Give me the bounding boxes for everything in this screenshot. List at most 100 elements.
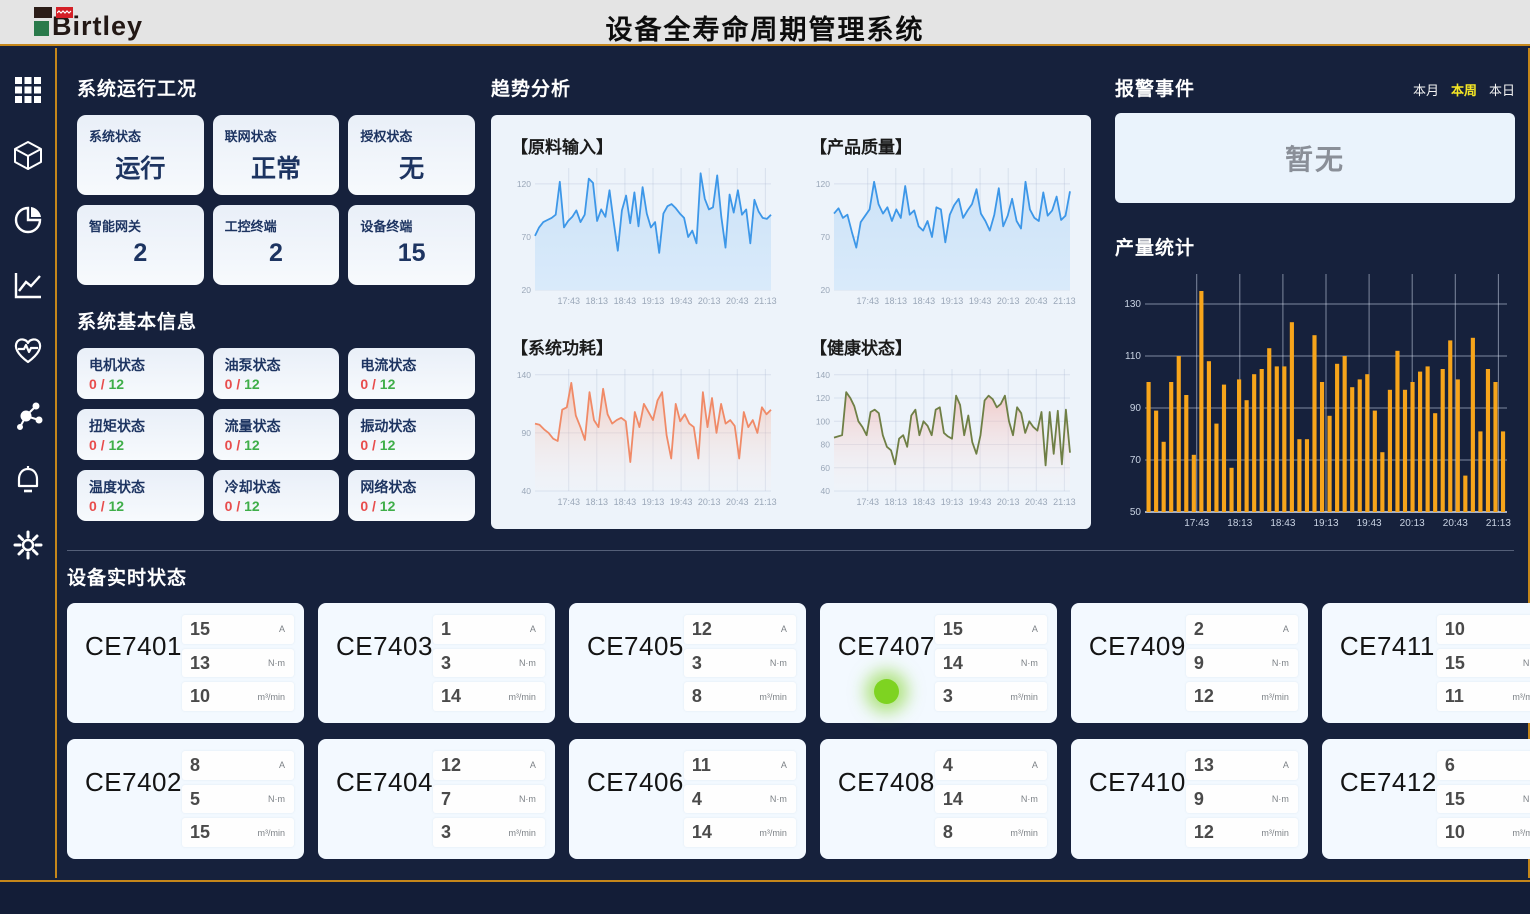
device-metric-current: 8 A [182, 751, 294, 780]
metric-unit: m³/min [257, 692, 285, 702]
status-card: 工控终端 2 [213, 205, 340, 285]
alarm-count: 0 [225, 376, 233, 392]
status-card-label: 联网状态 [225, 126, 328, 145]
device-card[interactable]: CE7403 1 A 3 N·m 14 m³/min [318, 603, 555, 723]
health-pulse-icon[interactable] [12, 334, 44, 366]
svg-text:20:43: 20:43 [1025, 296, 1048, 306]
alarm-period-tab[interactable]: 本周 [1451, 80, 1477, 99]
status-card-label: 授权状态 [360, 126, 463, 145]
total-count: 12 [380, 437, 396, 453]
alarm-period-tab[interactable]: 本日 [1489, 80, 1515, 99]
device-name: CE7401 [85, 631, 182, 711]
svg-text:20: 20 [522, 285, 532, 295]
metric-value: 10 [1445, 822, 1465, 843]
status-card-label: 系统状态 [89, 126, 192, 145]
count-separator: / [372, 376, 376, 392]
device-card[interactable]: CE7407 15 A 14 N·m 3 m³/min [820, 603, 1057, 723]
status-card: 系统状态 运行 [77, 115, 204, 195]
info-card: 扭矩状态 0 / 12 [77, 409, 204, 460]
status-card: 联网状态 正常 [213, 115, 340, 195]
device-card[interactable]: CE7406 11 A 4 N·m 14 m³/min [569, 739, 806, 859]
device-card[interactable]: CE7401 15 A 13 N·m 10 m³/min [67, 603, 304, 723]
device-metric-torque: 3 N·m [433, 649, 545, 678]
svg-text:21:13: 21:13 [1053, 296, 1076, 306]
info-card: 温度状态 0 / 12 [77, 470, 204, 521]
info-card-count: 0 / 12 [360, 437, 463, 453]
device-metrics: 8 A 5 N·m 15 m³/min [182, 751, 294, 847]
alarm-period-tab[interactable]: 本月 [1413, 80, 1439, 99]
total-count: 12 [380, 376, 396, 392]
panel-alarm: 报警事件 本月 本周 本日 暂无 产量统计 17:4318:1318:4319:… [1115, 74, 1515, 537]
device-metric-current: 10 A [1437, 615, 1530, 644]
trend-panel: 【原料输入】 17:4318:1318:4319:1319:4320:1320:… [491, 115, 1091, 529]
svg-text:21:13: 21:13 [754, 296, 777, 306]
svg-text:18:13: 18:13 [885, 497, 908, 507]
count-separator: / [372, 437, 376, 453]
metric-value: 4 [692, 789, 702, 810]
metric-value: 8 [190, 755, 200, 776]
device-metric-current: 15 A [935, 615, 1047, 644]
line-chart-icon[interactable] [12, 269, 44, 301]
chart-raw-input-title: 【原料输入】 [511, 133, 782, 158]
status-card-value: 15 [360, 239, 463, 268]
metric-value: 14 [692, 822, 712, 843]
gear-settings-icon[interactable] [12, 529, 44, 561]
device-metric-flow: 11 m³/min [1437, 682, 1530, 711]
device-card[interactable]: CE7405 12 A 3 N·m 8 m³/min [569, 603, 806, 723]
device-metric-flow: 3 m³/min [433, 818, 545, 847]
total-count: 12 [108, 376, 124, 392]
svg-text:20:43: 20:43 [726, 497, 749, 507]
metric-value: 12 [1194, 822, 1214, 843]
device-card[interactable]: CE7409 2 A 9 N·m 12 m³/min [1071, 603, 1308, 723]
info-card-label: 冷却状态 [225, 477, 328, 497]
molecule-network-icon[interactable] [12, 399, 44, 431]
status-card-value: 无 [360, 149, 463, 185]
metric-value: 4 [943, 755, 953, 776]
chart-health: 【健康状态】 17:4318:1318:4319:1319:4320:1320:… [800, 328, 1081, 519]
pie-chart-icon[interactable] [12, 204, 44, 236]
main-content: 系统运行工况 系统状态 运行 联网状态 正常 授权状态 无 [59, 48, 1530, 878]
device-card[interactable]: CE7404 12 A 7 N·m 3 m³/min [318, 739, 555, 859]
alarm-count: 0 [89, 437, 97, 453]
devices-grid: CE7401 15 A 13 N·m 10 m³/min [67, 603, 1514, 859]
svg-text:19:43: 19:43 [969, 497, 992, 507]
metric-value: 15 [943, 619, 963, 640]
system-status-title: 系统运行工况 [77, 74, 475, 101]
total-count: 12 [380, 498, 396, 514]
svg-text:19:13: 19:13 [642, 296, 665, 306]
status-card: 智能网关 2 [77, 205, 204, 285]
metric-unit: m³/min [1010, 828, 1038, 838]
device-card[interactable]: CE7408 4 A 14 N·m 8 m³/min [820, 739, 1057, 859]
device-name: CE7412 [1340, 767, 1437, 847]
svg-text:21:13: 21:13 [754, 497, 777, 507]
metric-unit: N·m [770, 658, 787, 668]
metric-unit: A [279, 624, 285, 634]
device-metric-current: 4 A [935, 751, 1047, 780]
svg-text:130: 130 [1124, 299, 1141, 310]
svg-text:18:13: 18:13 [586, 497, 609, 507]
device-card[interactable]: CE7412 6 A 15 N·m 10 m³/min [1322, 739, 1530, 859]
grid-menu-icon[interactable] [12, 74, 44, 106]
metric-value: 15 [190, 822, 210, 843]
device-card[interactable]: CE7411 10 A 15 N·m 11 m³/min [1322, 603, 1530, 723]
svg-text:18:13: 18:13 [586, 296, 609, 306]
alarm-count: 0 [89, 498, 97, 514]
device-card[interactable]: CE7402 8 A 5 N·m 15 m³/min [67, 739, 304, 859]
svg-text:20:13: 20:13 [698, 296, 721, 306]
metric-value: 14 [943, 789, 963, 810]
count-separator: / [372, 498, 376, 514]
health-line-chart: 17:4318:1318:4319:1319:4320:1320:4321:13… [806, 361, 1078, 511]
svg-text:90: 90 [522, 428, 532, 438]
svg-text:21:13: 21:13 [1053, 497, 1076, 507]
bell-alarm-icon[interactable] [12, 464, 44, 496]
device-running-indicator [874, 679, 899, 704]
metric-unit: A [1283, 760, 1289, 770]
svg-text:70: 70 [821, 232, 831, 242]
device-metric-torque: 13 N·m [182, 649, 294, 678]
device-card[interactable]: CE7410 13 A 9 N·m 12 m³/min [1071, 739, 1308, 859]
device-metric-current: 12 A [433, 751, 545, 780]
metric-value: 5 [190, 789, 200, 810]
device-metrics: 1 A 3 N·m 14 m³/min [433, 615, 545, 711]
svg-text:17:43: 17:43 [856, 296, 879, 306]
cube-3d-icon[interactable] [12, 139, 44, 171]
